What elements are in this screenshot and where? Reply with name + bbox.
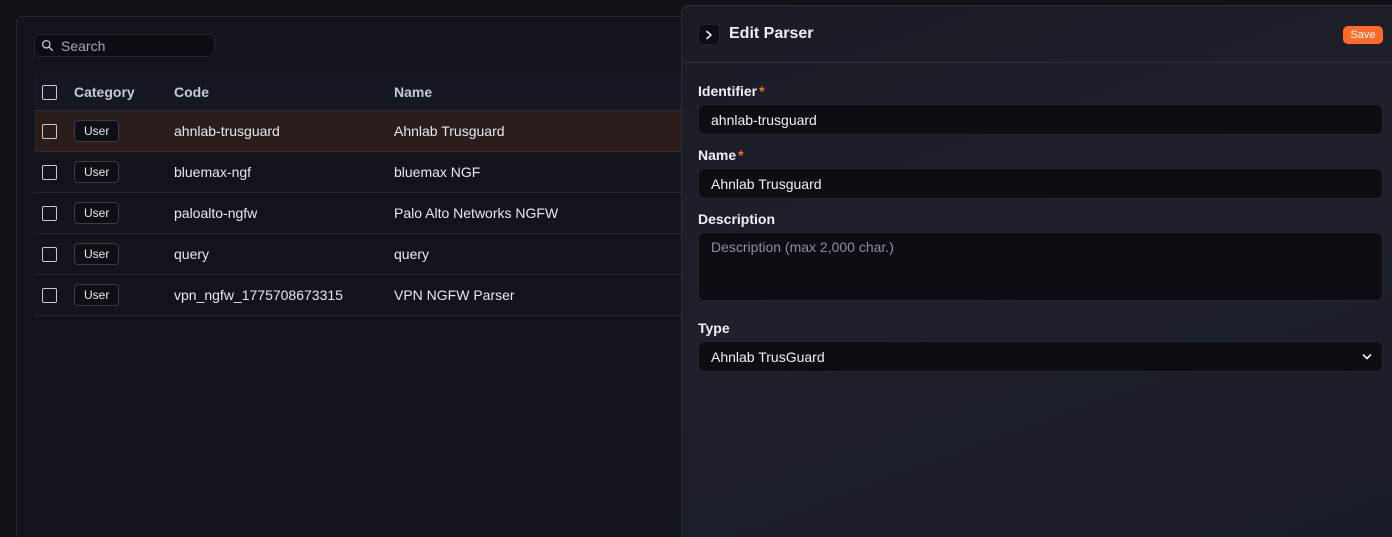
collapse-panel-button[interactable]: [698, 24, 720, 45]
code-cell: query: [174, 233, 394, 275]
description-label: Description: [698, 211, 776, 227]
save-button[interactable]: Save: [1343, 26, 1383, 44]
name-cell: Ahnlab Trusguard: [394, 109, 717, 152]
category-tag: User: [74, 160, 120, 183]
identifier-label: Identifier *: [698, 83, 765, 99]
description-placeholder: Description (max 2,000 char.): [711, 239, 894, 255]
row-checkbox[interactable]: [42, 246, 57, 262]
category-cell: User: [74, 151, 174, 193]
table-row[interactable]: User ahnlab-trusguard Ahnlab Trusguard: [34, 109, 717, 152]
category-cell: User: [74, 192, 174, 234]
table-row[interactable]: User query query: [34, 233, 717, 275]
table-header-row: Category Code Name: [34, 74, 717, 111]
parser-table: Category Code Name User ahnlab-trusguard…: [34, 74, 717, 316]
search-box[interactable]: [34, 34, 215, 57]
name-label: Name *: [698, 147, 744, 163]
chevron-right-icon: [706, 30, 712, 39]
row-check-cell: [34, 233, 74, 275]
row-checkbox[interactable]: [42, 205, 57, 221]
name-cell: Palo Alto Networks NGFW: [394, 192, 717, 234]
panel-title: Edit Parser: [729, 25, 814, 42]
name-cell: VPN NGFW Parser: [394, 274, 717, 316]
category-tag: User: [74, 242, 120, 265]
select-all-cell: [34, 74, 74, 111]
required-mark: *: [738, 147, 744, 163]
description-textarea[interactable]: Description (max 2,000 char.): [698, 232, 1383, 301]
row-check-cell: [34, 192, 74, 234]
chevron-down-icon: [1362, 354, 1372, 360]
row-checkbox[interactable]: [42, 287, 57, 303]
search-icon: [41, 39, 54, 52]
name-cell: bluemax NGF: [394, 151, 717, 193]
select-all-checkbox[interactable]: [42, 85, 57, 101]
header-name[interactable]: Name: [394, 74, 717, 111]
parser-list-panel: Category Code Name User ahnlab-trusguard…: [16, 16, 717, 537]
code-cell: bluemax-ngf: [174, 151, 394, 193]
row-check-cell: [34, 109, 74, 152]
search-input[interactable]: [61, 37, 211, 54]
type-label: Type: [698, 320, 730, 336]
row-checkbox[interactable]: [42, 164, 57, 180]
edit-parser-panel: Edit Parser Save Identifier * ahnlab-trus…: [681, 5, 1392, 537]
category-tag: User: [74, 119, 120, 142]
category-tag: User: [74, 201, 120, 224]
identifier-label-text: Identifier: [698, 83, 758, 99]
type-select[interactable]: Ahnlab TrusGuard: [698, 341, 1383, 372]
header-code[interactable]: Code: [174, 74, 394, 111]
table-row[interactable]: User paloalto-ngfw Palo Alto Networks NG…: [34, 192, 717, 234]
category-cell: User: [74, 274, 174, 316]
type-value: Ahnlab TrusGuard: [711, 348, 825, 365]
panel-header: Edit Parser Save: [682, 6, 1392, 63]
name-label-text: Name: [698, 147, 737, 163]
header-category[interactable]: Category: [74, 74, 174, 111]
row-check-cell: [34, 151, 74, 193]
table-row[interactable]: User vpn_ngfw_1775708673315 VPN NGFW Par…: [34, 274, 717, 316]
name-field[interactable]: Ahnlab Trusguard: [698, 168, 1383, 199]
table-row[interactable]: User bluemax-ngf bluemax NGF: [34, 151, 717, 193]
identifier-field[interactable]: ahnlab-trusguard: [698, 104, 1383, 135]
name-value: Ahnlab Trusguard: [711, 175, 822, 192]
identifier-value: ahnlab-trusguard: [711, 111, 817, 128]
category-cell: User: [74, 233, 174, 275]
code-cell: paloalto-ngfw: [174, 192, 394, 234]
row-checkbox[interactable]: [42, 123, 57, 139]
page: Category Code Name User ahnlab-trusguard…: [0, 0, 1392, 537]
required-mark: *: [759, 83, 765, 99]
code-cell: ahnlab-trusguard: [174, 109, 394, 152]
name-cell: query: [394, 233, 717, 275]
row-check-cell: [34, 274, 74, 316]
category-cell: User: [74, 109, 174, 152]
category-tag: User: [74, 283, 120, 306]
code-cell: vpn_ngfw_1775708673315: [174, 274, 394, 316]
